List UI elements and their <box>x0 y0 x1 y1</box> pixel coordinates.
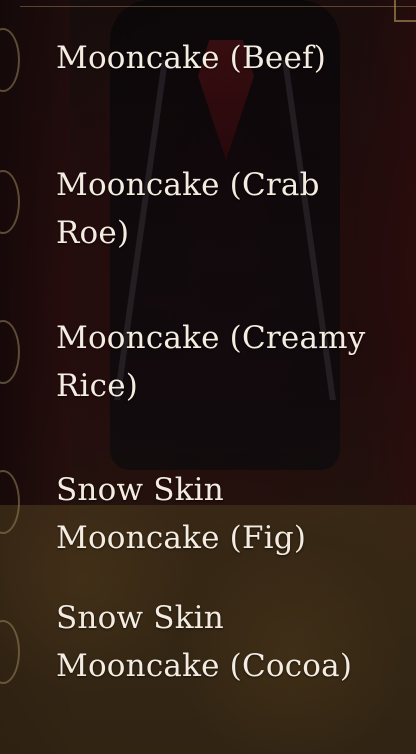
frame-left-border <box>0 0 20 754</box>
list-item-mooncake-crab-roe[interactable]: Mooncake (Crab Roe) <box>56 161 396 257</box>
frame-scallop-ornament <box>0 620 20 684</box>
list-item-snow-skin-mooncake-fig[interactable]: Snow Skin Mooncake (Fig) <box>56 466 396 562</box>
frame-corner-ornament <box>394 0 416 22</box>
list-item-snow-skin-mooncake-cocoa[interactable]: Snow Skin Mooncake (Cocoa) <box>56 594 396 690</box>
frame-scallop-ornament <box>0 320 20 384</box>
frame-scallop-ornament <box>0 170 20 234</box>
frame-scallop-ornament <box>0 470 20 534</box>
list-item-mooncake-beef[interactable]: Mooncake (Beef) <box>56 34 396 82</box>
list-item-mooncake-creamy-rice[interactable]: Mooncake (Creamy Rice) <box>56 314 396 410</box>
item-list-screen: Mooncake (Beef) Mooncake (Crab Roe) Moon… <box>0 0 416 754</box>
frame-top-border <box>20 0 416 7</box>
frame-scallop-ornament <box>0 28 20 92</box>
